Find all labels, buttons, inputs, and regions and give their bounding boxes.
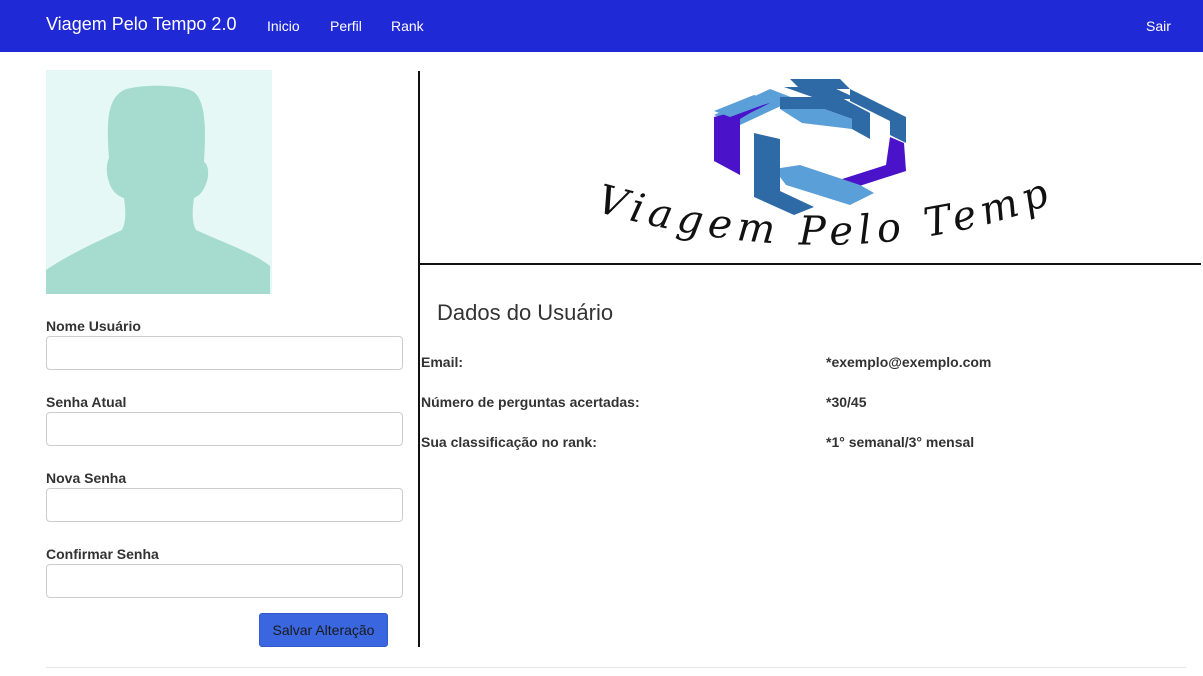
brand-link[interactable]: Viagem Pelo Tempo 2.0	[46, 14, 236, 35]
rank-value: *1° semanal/3° mensal	[826, 434, 975, 450]
email-label: Email:	[421, 354, 464, 370]
horizontal-divider	[420, 263, 1201, 265]
username-input[interactable]	[46, 336, 403, 370]
navbar: Viagem Pelo Tempo 2.0 Inicio Perfil Rank…	[0, 0, 1203, 52]
nav-link-perfil[interactable]: Perfil	[330, 18, 362, 34]
avatar	[46, 70, 272, 294]
logo: Viagem Pelo Tempo	[405, 35, 1201, 263]
current-password-input[interactable]	[46, 412, 403, 446]
correct-answers-value: *30/45	[826, 394, 867, 410]
nav-link-rank[interactable]: Rank	[391, 18, 424, 34]
logo-emblem: Viagem Pelo Tempo	[405, 35, 1054, 255]
current-password-label: Senha Atual	[46, 394, 127, 410]
user-silhouette-icon	[46, 85, 270, 294]
new-password-label: Nova Senha	[46, 470, 127, 486]
save-button[interactable]: Salvar Alteração	[259, 613, 388, 647]
confirm-password-label: Confirmar Senha	[46, 546, 159, 562]
nav-link-inicio[interactable]: Inicio	[267, 18, 300, 34]
confirm-password-input[interactable]	[46, 564, 403, 598]
correct-answers-label: Número de perguntas acertadas:	[421, 394, 640, 410]
section-title: Dados do Usuário	[437, 300, 614, 325]
rank-label: Sua classificação no rank:	[421, 434, 597, 450]
footer-divider	[46, 667, 1186, 668]
new-password-input[interactable]	[46, 488, 403, 522]
username-label: Nome Usuário	[46, 318, 141, 334]
logout-link[interactable]: Sair	[1146, 18, 1171, 34]
email-value: *exemplo@exemplo.com	[826, 354, 992, 370]
